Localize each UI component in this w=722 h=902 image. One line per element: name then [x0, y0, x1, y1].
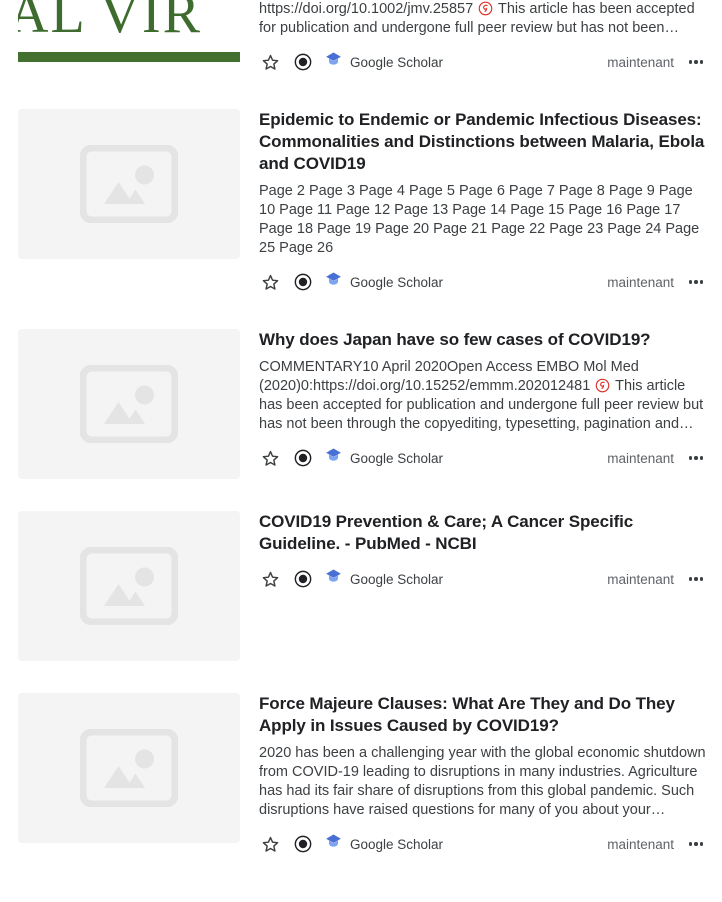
result-meta: maintenant [607, 446, 708, 470]
result-snippet: COMMENTARY10 April 2020Open Access EMBO … [259, 359, 704, 432]
result-action-row: Google Scholar maintenant [259, 47, 708, 77]
result-content: Force Majeure Clauses: What Are They and… [259, 693, 708, 859]
google-scholar-cap-icon [325, 833, 342, 855]
result-card[interactable]: AL VIR https://doi.org/10.1002/jmv.25857 … [0, 0, 722, 93]
result-card[interactable]: Why does Japan have so few cases of COVI… [0, 313, 722, 495]
image-placeholder-icon [80, 547, 178, 625]
result-title[interactable]: Force Majeure Clauses: What Are They and… [259, 693, 708, 737]
record-circle-icon[interactable] [292, 271, 314, 293]
result-title[interactable]: Epidemic to Endemic or Pandemic Infectio… [259, 109, 708, 175]
timestamp-label: maintenant [607, 836, 674, 852]
star-outline-icon[interactable] [259, 51, 281, 73]
result-meta: maintenant [607, 832, 708, 856]
more-horizontal-icon[interactable] [684, 567, 708, 591]
result-meta: maintenant [607, 50, 708, 74]
google-scholar-label: Google Scholar [350, 571, 444, 587]
result-content: https://doi.org/10.1002/jmv.25857 This a… [259, 0, 708, 77]
star-outline-icon[interactable] [259, 447, 281, 469]
more-horizontal-icon[interactable] [684, 832, 708, 856]
result-action-row: Google Scholar maintenant [259, 267, 708, 297]
action-buttons-group: Google Scholar [259, 271, 607, 293]
result-action-row: Google Scholar maintenant [259, 564, 708, 594]
journal-cover-title: AL VIR [18, 0, 202, 45]
result-snippet: 2020 has been a challenging year with th… [259, 745, 706, 818]
result-action-row: Google Scholar maintenant [259, 443, 708, 473]
result-snippet: Page 2 Page 3 Page 4 Page 5 Page 6 Page … [259, 183, 700, 256]
journal-cover-thumbnail[interactable]: AL VIR [18, 0, 240, 68]
result-title[interactable]: Why does Japan have so few cases of COVI… [259, 329, 708, 351]
google-scholar-cap-icon [325, 568, 342, 590]
action-buttons-group: Google Scholar [259, 447, 607, 469]
google-scholar-button[interactable]: Google Scholar [325, 271, 443, 293]
result-card[interactable]: COVID19 Prevention & Care; A Cancer Spec… [0, 495, 722, 677]
record-circle-icon[interactable] [292, 833, 314, 855]
result-action-row: Google Scholar maintenant [259, 829, 708, 859]
action-buttons-group: Google Scholar [259, 568, 607, 590]
cover-accent-bar [18, 52, 240, 62]
star-outline-icon[interactable] [259, 271, 281, 293]
result-card[interactable]: Force Majeure Clauses: What Are They and… [0, 677, 722, 875]
timestamp-label: maintenant [607, 450, 674, 466]
google-scholar-button[interactable]: Google Scholar [325, 51, 443, 73]
result-content: Why does Japan have so few cases of COVI… [259, 329, 708, 473]
image-placeholder[interactable] [18, 511, 240, 661]
google-scholar-cap-icon [325, 271, 342, 293]
result-card[interactable]: Epidemic to Endemic or Pandemic Infectio… [0, 93, 722, 313]
action-buttons-group: Google Scholar [259, 51, 607, 73]
google-scholar-label: Google Scholar [350, 836, 444, 852]
star-outline-icon[interactable] [259, 568, 281, 590]
result-thumbnail[interactable] [18, 109, 240, 259]
record-circle-icon[interactable] [292, 568, 314, 590]
search-results-list: AL VIR https://doi.org/10.1002/jmv.25857 … [0, 0, 722, 875]
more-horizontal-icon[interactable] [684, 50, 708, 74]
result-thumbnail[interactable]: AL VIR [18, 0, 240, 68]
google-scholar-button[interactable]: Google Scholar [325, 833, 443, 855]
google-scholar-button[interactable]: Google Scholar [325, 568, 443, 590]
google-scholar-button[interactable]: Google Scholar [325, 447, 443, 469]
image-placeholder[interactable] [18, 693, 240, 843]
google-scholar-cap-icon [325, 51, 342, 73]
image-placeholder-icon [80, 145, 178, 223]
image-placeholder[interactable] [18, 109, 240, 259]
more-horizontal-icon[interactable] [684, 270, 708, 294]
google-scholar-label: Google Scholar [350, 450, 444, 466]
result-meta: maintenant [607, 270, 708, 294]
timestamp-label: maintenant [607, 274, 674, 290]
result-thumbnail[interactable] [18, 693, 240, 843]
result-thumbnail[interactable] [18, 511, 240, 661]
timestamp-label: maintenant [607, 54, 674, 70]
result-content: Epidemic to Endemic or Pandemic Infectio… [259, 109, 708, 297]
result-content: COVID19 Prevention & Care; A Cancer Spec… [259, 511, 708, 594]
action-buttons-group: Google Scholar [259, 833, 607, 855]
star-outline-icon[interactable] [259, 833, 281, 855]
google-scholar-cap-icon [325, 447, 342, 469]
image-placeholder-icon [80, 365, 178, 443]
google-scholar-label: Google Scholar [350, 274, 444, 290]
result-meta: maintenant [607, 567, 708, 591]
citation-badge-icon [594, 378, 611, 394]
image-placeholder-icon [80, 729, 178, 807]
cover-gradient [18, 38, 240, 52]
result-title[interactable]: COVID19 Prevention & Care; A Cancer Spec… [259, 511, 708, 555]
timestamp-label: maintenant [607, 571, 674, 587]
image-placeholder[interactable] [18, 329, 240, 479]
google-scholar-label: Google Scholar [350, 54, 444, 70]
record-circle-icon[interactable] [292, 447, 314, 469]
citation-badge-icon [477, 1, 494, 17]
record-circle-icon[interactable] [292, 51, 314, 73]
result-thumbnail[interactable] [18, 329, 240, 479]
result-snippet: https://doi.org/10.1002/jmv.25857 This a… [259, 1, 695, 36]
more-horizontal-icon[interactable] [684, 446, 708, 470]
